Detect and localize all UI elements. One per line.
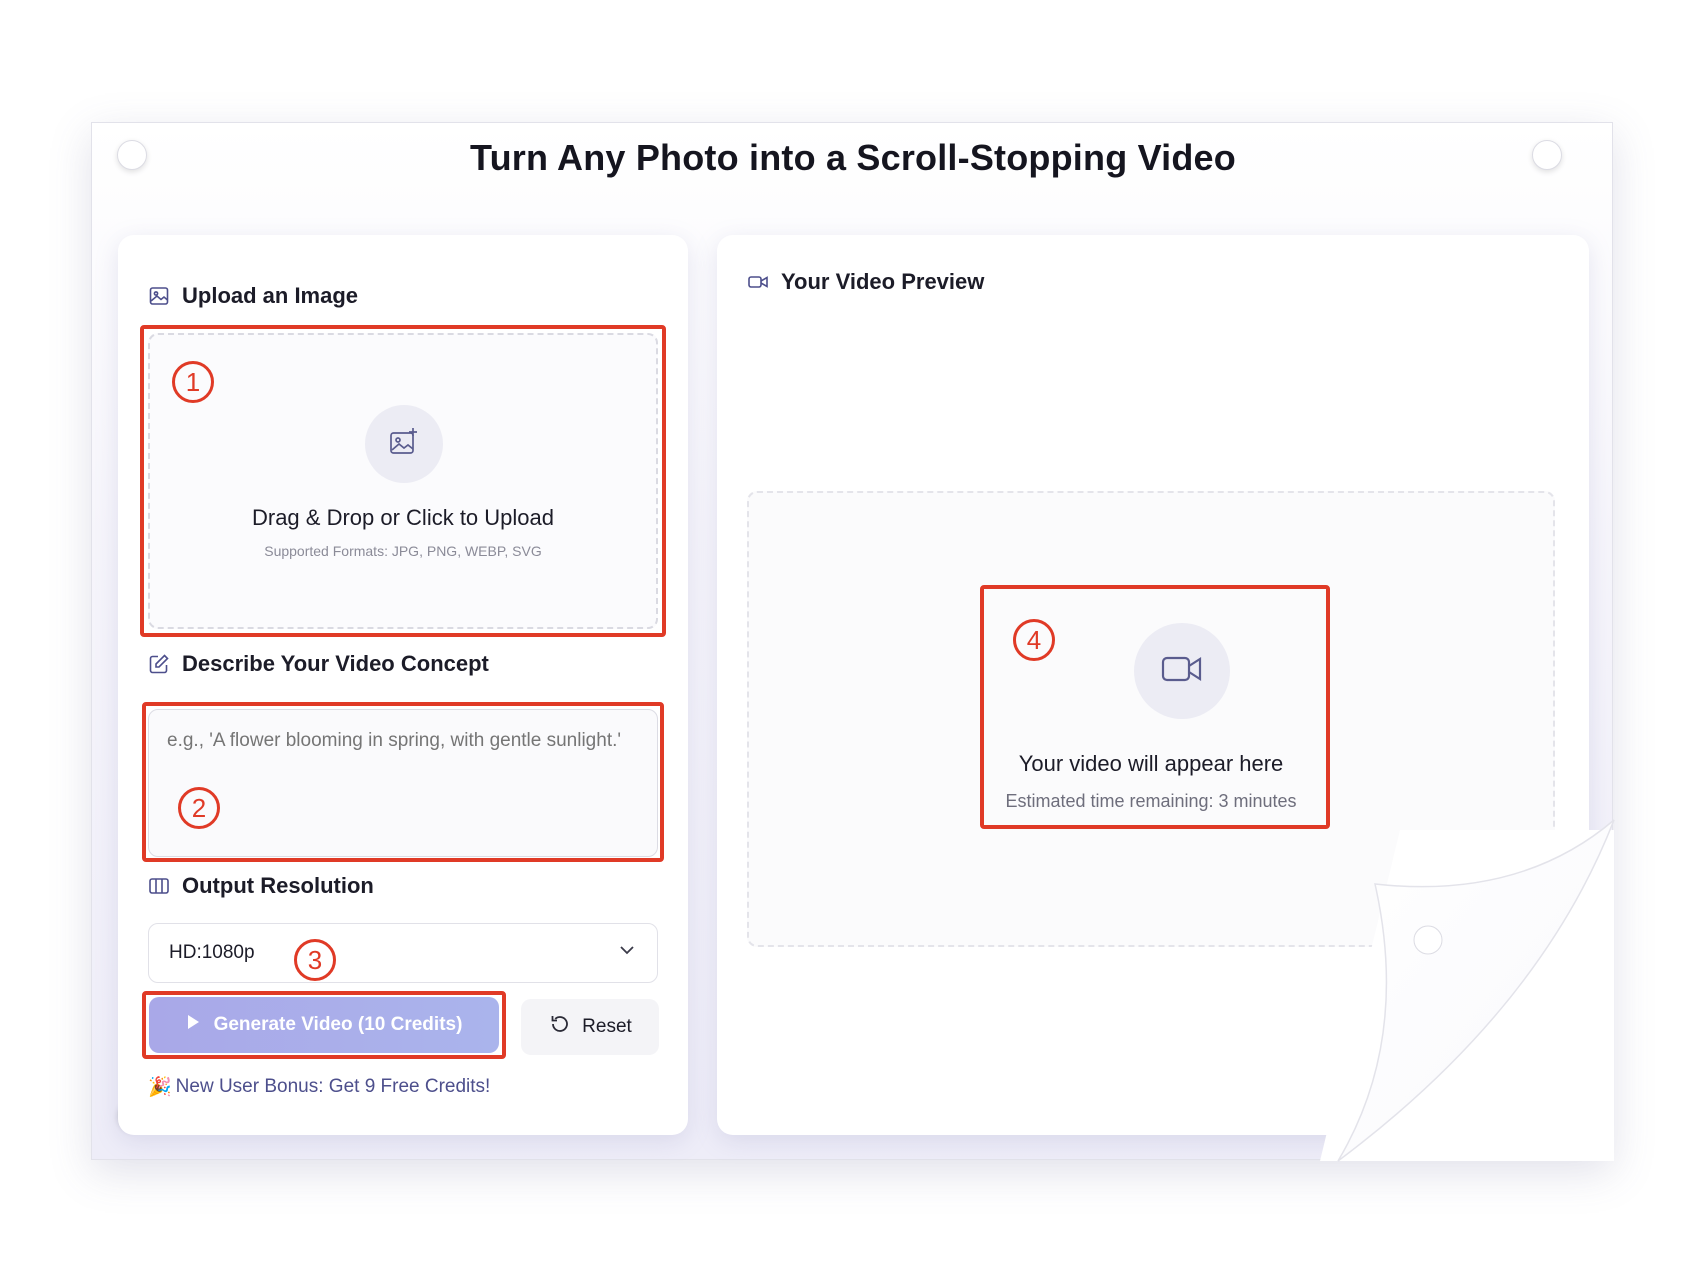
resolution-heading: Output Resolution [182, 873, 374, 898]
preview-section-header: Your Video Preview [747, 269, 984, 295]
video-icon-circle [1134, 623, 1230, 719]
input-panel: Upload an Image Drag & Drop or Click to … [118, 235, 688, 1135]
concept-heading: Describe Your Video Concept [182, 651, 489, 676]
video-camera-icon [747, 271, 769, 293]
upload-icon-circle [365, 405, 443, 483]
page-title: Turn Any Photo into a Scroll-Stopping Vi… [470, 137, 1236, 178]
video-camera-icon [1160, 652, 1204, 691]
concept-textarea[interactable] [148, 709, 658, 857]
generate-video-label: Generate Video (10 Credits) [213, 1014, 463, 1035]
step-marker-3: 3 [294, 939, 336, 981]
dropzone-title: Drag & Drop or Click to Upload [251, 505, 554, 530]
step-marker-4: 4 [1013, 619, 1055, 661]
new-user-bonus[interactable]: 🎉 New User Bonus: Get 9 Free Credits! [148, 1075, 490, 1099]
reset-icon [548, 1012, 572, 1042]
upload-section-header: Upload an Image [148, 283, 358, 309]
estimated-time: Estimated time remaining: 3 minutes [1005, 791, 1297, 811]
step-marker-2: 2 [178, 787, 220, 829]
upload-dropzone[interactable]: Drag & Drop or Click to Upload Supported… [148, 333, 658, 629]
bonus-text: New User Bonus: Get 9 Free Credits! [175, 1076, 491, 1097]
reset-label: Reset [582, 1016, 632, 1037]
reset-button[interactable]: Reset [521, 999, 659, 1055]
concept-section-header: Describe Your Video Concept [148, 651, 489, 677]
preview-panel: Your Video Preview Your video will appea… [717, 235, 1589, 1135]
video-preview-area: Your video will appear here Estimated ti… [747, 491, 1555, 947]
resolution-section-header: Output Resolution [148, 873, 374, 899]
dropzone-formats: Supported Formats: JPG, PNG, WEBP, SVG [264, 543, 542, 559]
screenshot-sheet: Turn Any Photo into a Scroll-Stopping Vi… [91, 122, 1613, 1160]
generate-video-button[interactable]: Generate Video (10 Credits) [149, 997, 499, 1053]
chevron-down-icon [617, 940, 637, 966]
video-placeholder-title: Your video will appear here [1018, 751, 1284, 776]
edit-icon [148, 653, 170, 675]
play-icon [186, 1014, 200, 1036]
preview-heading: Your Video Preview [781, 269, 985, 294]
resolution-select[interactable]: HD:1080p [148, 923, 658, 983]
upload-heading: Upload an Image [182, 283, 359, 308]
columns-icon [148, 875, 170, 897]
step-marker-1: 1 [172, 361, 214, 403]
image-icon [148, 285, 170, 307]
resolution-selected-value: HD:1080p [169, 942, 255, 963]
add-image-icon [387, 425, 421, 464]
party-icon: 🎉 [148, 1077, 172, 1098]
